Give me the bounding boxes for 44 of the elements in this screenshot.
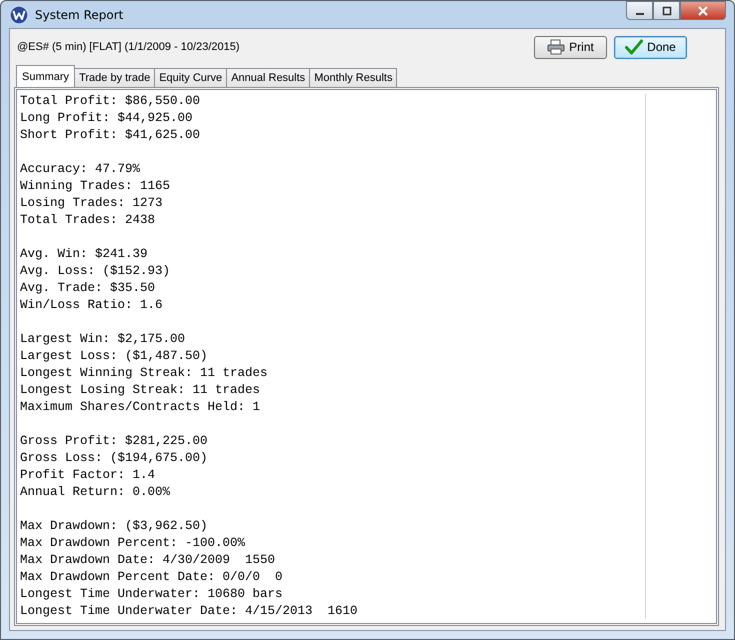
print-button[interactable]: Print (534, 36, 607, 58)
close-button[interactable] (680, 1, 726, 20)
report-line: Avg. Win: $241.39 (20, 246, 148, 263)
tab[interactable]: Monthly Results (309, 68, 398, 87)
report-line: Gross Loss: ($194,675.00) (20, 450, 208, 467)
app-logo-icon (9, 4, 29, 24)
report-line: Largest Win: $2,175.00 (20, 331, 186, 348)
report-line: Annual Return: 0.00% (20, 484, 170, 501)
report-line: Max Drawdown Percent: -100.00% (20, 535, 246, 552)
report-line: Avg. Trade: $35.50 (20, 280, 156, 297)
tab[interactable]: Annual Results (226, 68, 310, 87)
report-line: Longest Winning Streak: 11 trades (20, 365, 268, 382)
done-button[interactable]: Done (614, 36, 687, 58)
report-line: Largest Loss: ($1,487.50) (20, 348, 208, 365)
report-line: Accuracy: 47.79% (20, 161, 140, 178)
report-line: Total Profit: $86,550.00 (20, 93, 200, 110)
close-icon (697, 6, 709, 16)
report-line: Maximum Shares/Contracts Held: 1 (20, 399, 260, 416)
report-line: Losing Trades: 1273 (20, 195, 163, 212)
report-line: Win/Loss Ratio: 1.6 (20, 297, 163, 314)
minimize-icon (636, 12, 644, 14)
report-line: Long Profit: $44,925.00 (20, 110, 193, 127)
report-line: Max Drawdown Percent Date: 0/0/0 0 (20, 569, 283, 586)
report-line: Total Trades: 2438 (20, 212, 156, 229)
report-line: Longest Losing Streak: 11 trades (20, 382, 260, 399)
report-line: Longest Time Underwater: 10680 bars (20, 586, 283, 603)
tab[interactable]: Trade by trade (74, 68, 156, 87)
report-line: Max Drawdown Date: 4/30/2009 1550 (20, 552, 276, 569)
symbol-info: @ES# (5 min) [FLAT] (1/1/2009 - 10/23/2015) (17, 41, 240, 53)
report-line: Short Profit: $41,625.00 (20, 127, 200, 144)
report-line: Winning Trades: 1165 (20, 178, 170, 195)
window-title: System Report (35, 8, 124, 22)
maximize-icon (662, 6, 672, 16)
tab[interactable]: Summary (16, 65, 76, 87)
maximize-button[interactable] (653, 1, 680, 20)
report-line: Gross Profit: $281,225.00 (20, 433, 208, 450)
report-line: Max Drawdown: ($3,962.50) (20, 518, 208, 535)
printer-icon (547, 39, 566, 55)
report-line: Avg. Loss: ($152.93) (20, 263, 170, 280)
checkmark-icon (625, 39, 644, 55)
report-line: Profit Factor: 1.4 (20, 467, 156, 484)
tab[interactable]: Equity Curve (154, 68, 228, 87)
report-line: Longest Time Underwater Date: 4/15/2013 1610 (20, 603, 358, 620)
minimize-button[interactable] (626, 1, 653, 20)
